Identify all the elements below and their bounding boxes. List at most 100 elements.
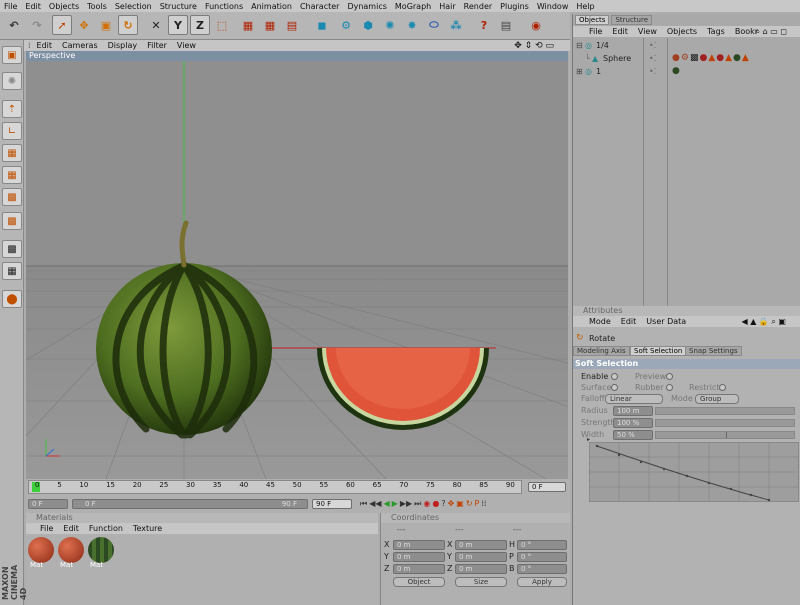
coord-mode-dropdown[interactable]: Object — [393, 577, 445, 587]
z-axis-icon[interactable]: Z — [190, 15, 210, 35]
tab-objects[interactable]: Objects — [575, 15, 610, 25]
menu-plugins[interactable]: Plugins — [500, 2, 529, 11]
polygons-mode-icon[interactable]: ▩ — [2, 188, 22, 206]
position-key-icon[interactable]: ✥ — [448, 499, 455, 511]
menu-character[interactable]: Character — [300, 2, 340, 11]
nurbs-icon[interactable]: ⬢ — [358, 15, 378, 35]
visibility-dots[interactable]: •⁚ — [649, 67, 656, 76]
points-mode-icon[interactable]: ▦ — [2, 144, 22, 162]
menu-edit[interactable]: Edit — [25, 2, 41, 11]
viewport[interactable]: Perspective — [26, 51, 568, 479]
surface-checkbox[interactable] — [611, 384, 618, 391]
materials-menu-texture[interactable]: Texture — [133, 524, 162, 533]
visibility-dots[interactable]: •⁚ — [649, 41, 656, 50]
menu-animation[interactable]: Animation — [251, 2, 292, 11]
checker-icon[interactable]: ▩ — [2, 240, 22, 258]
move-icon[interactable]: ✥ — [74, 15, 94, 35]
viewport-menu-edit[interactable]: Edit — [37, 41, 53, 50]
goto-end-icon[interactable]: ⏭ — [414, 499, 421, 511]
y-axis-icon[interactable]: Y — [168, 15, 188, 35]
objects-menu-bookmarks[interactable]: Bookr — [735, 27, 758, 36]
timeline-ruler[interactable]: 0 5 10 15 20 25 30 35 40 45 50 55 60 65 … — [28, 480, 522, 494]
strength-field[interactable]: 100 % — [613, 418, 653, 428]
objects-menu-view[interactable]: View — [638, 27, 657, 36]
end-frame-field[interactable]: 90 F — [312, 499, 352, 509]
play-backward-icon[interactable]: ◀ — [384, 499, 390, 511]
object-row[interactable]: ⊟ ◎ 1/4 •⁚ — [576, 41, 800, 51]
next-key-icon[interactable]: ▶▶ — [400, 499, 412, 511]
attributes-menu-mode[interactable]: Mode — [589, 317, 611, 326]
object-name[interactable]: 1/4 — [596, 41, 609, 50]
model-mode-icon[interactable]: ▣ — [2, 46, 22, 64]
scene-icon[interactable]: ⬭ — [424, 15, 444, 35]
menu-hair[interactable]: Hair — [439, 2, 455, 11]
record-icon[interactable]: ◉ — [423, 499, 430, 511]
object-mode-icon[interactable]: ✺ — [2, 72, 22, 90]
render-view-icon[interactable]: ▦ — [238, 15, 258, 35]
render-settings-icon[interactable]: ▤ — [282, 15, 302, 35]
visibility-dots[interactable]: •⁚ — [649, 54, 656, 63]
edges-mode-icon[interactable]: ▦ — [2, 166, 22, 184]
viewport-menu-display[interactable]: Display — [108, 41, 138, 50]
cube-icon[interactable]: ◼ — [312, 15, 332, 35]
scale-key-icon[interactable]: ▣ — [456, 499, 464, 511]
attributes-nav-icons[interactable]: ◀ ▲ 🔒 ⌕ ▣ — [742, 317, 786, 327]
menu-render[interactable]: Render — [464, 2, 492, 11]
attributes-menu-edit[interactable]: Edit — [621, 317, 637, 326]
menu-help[interactable]: Help — [576, 2, 594, 11]
material-swatch[interactable]: Mat — [88, 537, 116, 571]
radius-slider[interactable] — [655, 407, 795, 415]
objects-menu-objects[interactable]: Objects — [667, 27, 697, 36]
goto-start-icon[interactable]: ⏮ — [360, 499, 367, 511]
coord-field[interactable]: 0 m — [455, 552, 507, 562]
play-icon[interactable]: ▶ — [392, 499, 398, 511]
redo-icon[interactable]: ↷ — [27, 15, 47, 35]
menu-functions[interactable]: Functions — [205, 2, 243, 11]
environment-icon[interactable]: ⁂ — [446, 15, 466, 35]
objects-menu-edit[interactable]: Edit — [612, 27, 628, 36]
menu-selection[interactable]: Selection — [115, 2, 152, 11]
falloff-dropdown[interactable]: Linear — [605, 394, 663, 404]
light-icon[interactable]: ▤ — [496, 15, 516, 35]
viewport-menu-filter[interactable]: Filter — [147, 41, 167, 50]
tab-soft-selection[interactable]: Soft Selection — [630, 346, 687, 356]
prev-key-icon[interactable]: ◀◀ — [369, 499, 381, 511]
menu-objects[interactable]: Objects — [49, 2, 79, 11]
attributes-menu-user-data[interactable]: User Data — [646, 317, 686, 326]
preview-checkbox[interactable] — [666, 373, 673, 380]
objects-menu-file[interactable]: File — [589, 27, 602, 36]
enable-checkbox[interactable] — [611, 373, 618, 380]
deformer-icon[interactable]: ✸ — [402, 15, 422, 35]
viewport-menu-view[interactable]: View — [177, 41, 196, 50]
coord-field[interactable]: 0 m — [393, 540, 445, 550]
rotate-icon[interactable]: ↻ — [118, 15, 138, 35]
rotation-key-icon[interactable]: ↻ — [466, 499, 473, 511]
coord-field[interactable]: 0 m — [393, 552, 445, 562]
current-frame-field[interactable]: 0 F — [528, 482, 566, 492]
width-field[interactable]: 50 % — [613, 430, 653, 440]
collapse-icon[interactable]: ⊟ — [576, 41, 583, 50]
texture-mode-icon[interactable]: ⇡ — [2, 100, 22, 118]
materials-menu-edit[interactable]: Edit — [63, 524, 79, 533]
expand-icon[interactable]: ⊞ — [576, 67, 583, 76]
coord-field[interactable]: 0 ° — [517, 552, 567, 562]
menu-structure[interactable]: Structure — [160, 2, 197, 11]
undo-icon[interactable]: ↶ — [4, 15, 24, 35]
materials-menu-file[interactable]: File — [40, 524, 53, 533]
viewport-nav-icons[interactable]: ✥ ⇕ ⟲ ▭ — [514, 41, 554, 51]
coord-field[interactable]: 0 m — [393, 564, 445, 574]
mode-dropdown[interactable]: Group — [695, 394, 739, 404]
menu-window[interactable]: Window — [537, 2, 569, 11]
tweak-mode-icon[interactable]: ▩ — [2, 212, 22, 230]
coord-field[interactable]: 0 m — [455, 564, 507, 574]
tab-structure[interactable]: Structure — [611, 15, 653, 25]
coordinate-system-icon[interactable]: ⬚ — [212, 15, 232, 35]
tab-snap-settings[interactable]: Snap Settings — [685, 346, 742, 356]
object-name[interactable]: 1 — [596, 67, 601, 76]
material-tag-icon[interactable]: ● — [672, 66, 680, 76]
rubber-checkbox[interactable] — [666, 384, 673, 391]
objects-nav-icons[interactable]: ⌕ ⌂ ▭ ◻ — [756, 27, 787, 37]
axis-mode-icon[interactable]: ∟ — [2, 122, 22, 140]
render-picture-viewer-icon[interactable]: ▦ — [260, 15, 280, 35]
paint-icon[interactable]: ⬤ — [2, 290, 22, 308]
